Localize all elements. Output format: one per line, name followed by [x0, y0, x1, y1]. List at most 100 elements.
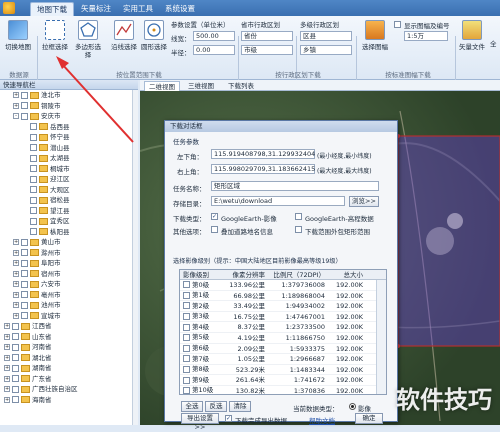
lower-left-label: 左下角：	[177, 153, 203, 161]
level-section-title: 选择影像级别（提示：中国大陆地区目前影像最高等级19级）	[173, 258, 342, 265]
upper-right-label: 右上角：	[177, 168, 203, 176]
level-checkbox[interactable]	[183, 334, 190, 342]
table-row[interactable]: 第6级 2.09公里 1:5933375 192.00K	[180, 344, 386, 355]
select-all-button[interactable]: 全选	[181, 401, 203, 412]
ge-elevation-checkbox[interactable]	[295, 213, 302, 220]
scale-cell: 1:2966687	[289, 355, 325, 364]
current-type-label: 当前数据类型：	[293, 405, 339, 413]
dialog-title: 下载对话框	[165, 121, 397, 132]
size-cell: 192.00K	[335, 355, 363, 364]
level-cell: 第4级	[180, 322, 226, 332]
level-checkbox[interactable]	[183, 302, 190, 310]
invert-select-button[interactable]: 反选	[205, 401, 227, 412]
table-scrollbar[interactable]	[376, 280, 386, 394]
export-after-download-label: 下载完成导出数据	[235, 417, 287, 425]
scale-cell: 1:5933375	[289, 344, 325, 353]
level-label: 第7级	[192, 354, 210, 363]
table-row[interactable]: 第4级 8.37公里 1:23733500 192.00K	[180, 322, 386, 333]
table-row[interactable]: 第8级 523.29米 1:1483344 192.00K	[180, 365, 386, 376]
level-checkbox[interactable]	[183, 291, 190, 299]
level-cell: 第6级	[180, 344, 226, 354]
size-cell: 192.00K	[335, 323, 363, 332]
image-radio-label: 影像	[358, 405, 371, 413]
ge-image-checkbox[interactable]: ✓	[211, 213, 218, 220]
resolution-cell: 1.05公里	[237, 355, 265, 364]
table-body: 第0级 133.96公里 1:379736008 192.00K 第1级 66.98公里 1…	[180, 280, 386, 395]
level-label: 第6级	[192, 344, 210, 353]
resolution-cell: 2.09公里	[237, 344, 265, 353]
table-row[interactable]: 第9级 261.64米 1:741672 192.00K	[180, 375, 386, 386]
table-header: 影像级别 像素分辨率 比例尺（72DPI） 总大小	[180, 270, 386, 280]
lower-left-input[interactable]: 115.919408798,31.129932404	[211, 149, 315, 159]
level-checkbox[interactable]	[183, 376, 190, 384]
outer-rect-checkbox[interactable]	[295, 226, 302, 233]
export-settings-button[interactable]: 导出设置>>	[181, 413, 219, 431]
overlay-roads-checkbox[interactable]	[211, 226, 218, 233]
size-cell: 192.00K	[335, 376, 363, 385]
level-checkbox[interactable]	[183, 344, 190, 352]
size-cell: 192.00K	[335, 291, 363, 300]
level-label: 第3级	[192, 312, 210, 321]
resolution-cell: 66.98公里	[233, 291, 265, 300]
size-cell: 192.00K	[335, 281, 363, 289]
lower-left-hint: (最小经度,最小纬度)	[317, 153, 372, 160]
col-resolution: 像素分辨率	[232, 271, 266, 279]
table-row[interactable]: 第7级 1.05公里 1:2966687 192.00K	[180, 354, 386, 365]
level-checkbox[interactable]	[183, 387, 190, 394]
help-link[interactable]: 帮助文档	[309, 415, 335, 425]
resolution-cell: 523.29米	[235, 365, 265, 374]
table-row[interactable]: 第3级 16.75公里 1:47467001 192.00K	[180, 312, 386, 323]
export-after-download-checkbox[interactable]: ✓	[225, 415, 232, 422]
table-row[interactable]: 第1级 66.98公里 1:189868004 192.00K	[180, 291, 386, 302]
task-name-label: 任务名称：	[173, 185, 206, 193]
storage-dir-select[interactable]: E:\wetu\download	[211, 196, 345, 206]
level-label: 第10级	[192, 386, 214, 395]
table-row[interactable]: 第5级 4.19公里 1:11866750 192.00K	[180, 333, 386, 344]
ok-button[interactable]: 确定	[355, 413, 383, 424]
level-checkbox[interactable]	[183, 281, 190, 289]
level-checkbox[interactable]	[183, 313, 190, 321]
level-checkbox[interactable]	[183, 323, 190, 331]
scale-cell: 1:1483344	[289, 365, 325, 374]
scale-cell: 1:23733500	[285, 323, 325, 332]
browse-button[interactable]: 浏览>>	[349, 196, 379, 207]
task-name-input[interactable]: 矩形区域	[211, 181, 379, 191]
level-cell: 第0级	[180, 280, 226, 290]
resolution-cell: 8.37公里	[237, 323, 265, 332]
level-cell: 第1级	[180, 291, 226, 301]
size-cell: 192.00K	[335, 386, 363, 395]
clear-button[interactable]: 清除	[229, 401, 251, 412]
level-cell: 第8级	[180, 365, 226, 375]
watermark-text: 软件技巧	[396, 386, 492, 414]
level-checkbox[interactable]	[183, 355, 190, 363]
resolution-cell: 4.19公里	[237, 333, 265, 342]
scale-cell: 1:47467001	[285, 312, 325, 321]
size-cell: 192.00K	[335, 302, 363, 311]
other-options-label: 其他选项：	[173, 228, 206, 236]
level-checkbox[interactable]	[183, 366, 190, 374]
size-cell: 192.00K	[335, 365, 363, 374]
ge-image-label: GoogleEarth-影像	[221, 215, 277, 223]
download-dialog: 下载对话框 任务参数 左下角： 115.919408798,31.1299324…	[164, 120, 398, 431]
table-row[interactable]: 第2级 33.49公里 1:94934002 192.00K	[180, 301, 386, 312]
level-label: 第2级	[192, 301, 210, 310]
level-cell: 第2级	[180, 301, 226, 311]
table-row[interactable]: 第10级 130.82米 1:370836 192.00K	[180, 386, 386, 395]
resolution-cell: 261.64米	[235, 376, 265, 385]
upper-right-hint: (最大经度,最大纬度)	[317, 168, 372, 175]
level-label: 第4级	[192, 322, 210, 331]
level-label: 第5级	[192, 333, 210, 342]
table-row[interactable]: 第0级 133.96公里 1:379736008 192.00K	[180, 280, 386, 291]
upper-right-input[interactable]: 115.998029709,31.183662415	[211, 164, 315, 174]
col-size: 总大小	[343, 271, 364, 279]
scale-cell: 1:741672	[293, 376, 325, 385]
scale-cell: 1:11866750	[285, 333, 325, 342]
level-cell: 第7级	[180, 354, 226, 364]
resolution-cell: 130.82米	[235, 386, 265, 395]
size-cell: 192.00K	[335, 312, 363, 321]
outer-rect-label: 下载范围外包矩形范围	[305, 228, 370, 236]
image-radio[interactable]	[349, 403, 356, 410]
scale-cell: 1:189868004	[281, 291, 325, 300]
task-params-section: 任务参数	[173, 138, 199, 146]
scale-cell: 1:94934002	[285, 302, 325, 311]
